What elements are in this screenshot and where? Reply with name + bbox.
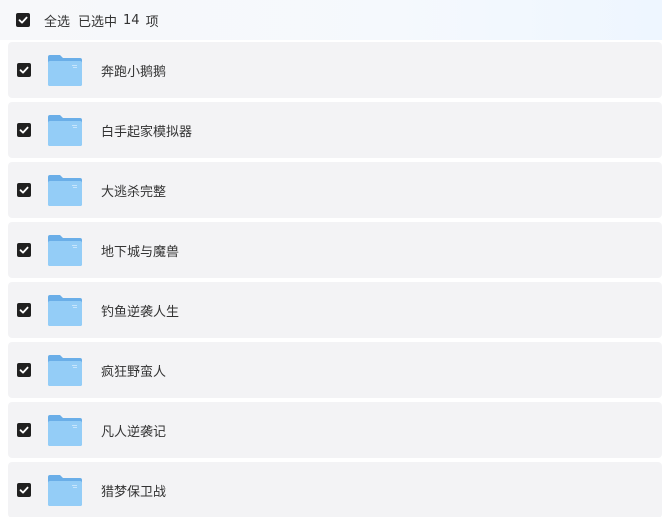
selection-header: 全选 已选中 14 项 [0, 0, 662, 40]
checkmark-icon [19, 486, 29, 494]
file-checkbox[interactable] [17, 363, 31, 377]
checkmark-icon [19, 186, 29, 194]
folder-icon [47, 413, 83, 447]
file-row[interactable]: 地下城与魔兽 [8, 222, 662, 278]
file-name: 白手起家模拟器 [101, 124, 193, 140]
file-name: 凡人逆袭记 [101, 424, 167, 440]
file-name: 钓鱼逆袭人生 [101, 304, 180, 320]
checkmark-icon [19, 306, 29, 314]
checkmark-icon [19, 366, 29, 374]
folder-icon [47, 113, 83, 147]
select-all-label[interactable]: 全选 [44, 11, 70, 30]
selection-summary: 全选 已选中 14 项 [44, 11, 159, 30]
file-row[interactable]: 奔跑小鹅鹅 [8, 42, 662, 98]
folder-icon [47, 233, 83, 267]
file-row[interactable]: 凡人逆袭记 [8, 402, 662, 458]
file-checkbox[interactable] [17, 483, 31, 497]
file-checkbox[interactable] [17, 303, 31, 317]
file-row[interactable]: 白手起家模拟器 [8, 102, 662, 158]
file-list: 奔跑小鹅鹅白手起家模拟器 大逃杀完整地下城与魔兽 钓鱼逆袭人生 疯狂野蛮人凡人逆袭记猎… [8, 42, 662, 517]
file-row[interactable]: 疯狂野蛮人 [8, 342, 662, 398]
selected-prefix: 已选中 [78, 14, 118, 30]
select-all-checkbox[interactable] [16, 13, 30, 27]
selected-suffix: 项 [145, 14, 159, 30]
folder-icon [47, 353, 83, 387]
checkmark-icon [19, 126, 29, 134]
folder-icon [47, 53, 83, 87]
checkmark-icon [19, 246, 29, 254]
file-selection-page: 全选 已选中 14 项 奔跑小鹅鹅白手起家模拟器 大逃杀完整地下城与魔兽 钓鱼逆袭人… [0, 0, 662, 517]
file-checkbox[interactable] [17, 123, 31, 137]
folder-icon [47, 173, 83, 207]
file-checkbox[interactable] [17, 423, 31, 437]
checkmark-icon [18, 16, 28, 24]
file-name: 大逃杀完整 [101, 184, 167, 200]
file-checkbox[interactable] [17, 183, 31, 197]
file-checkbox[interactable] [17, 243, 31, 257]
selected-count: 14 [123, 12, 140, 28]
folder-icon [47, 293, 83, 327]
file-name: 奔跑小鹅鹅 [101, 64, 167, 80]
checkmark-icon [19, 426, 29, 434]
folder-icon [47, 473, 83, 507]
file-checkbox[interactable] [17, 63, 31, 77]
file-row[interactable]: 大逃杀完整 [8, 162, 662, 218]
file-name: 疯狂野蛮人 [101, 364, 167, 380]
checkmark-icon [19, 66, 29, 74]
file-row[interactable]: 钓鱼逆袭人生 [8, 282, 662, 338]
file-row[interactable]: 猎梦保卫战 [8, 462, 662, 517]
file-name: 猎梦保卫战 [101, 484, 167, 500]
file-name: 地下城与魔兽 [101, 244, 180, 260]
